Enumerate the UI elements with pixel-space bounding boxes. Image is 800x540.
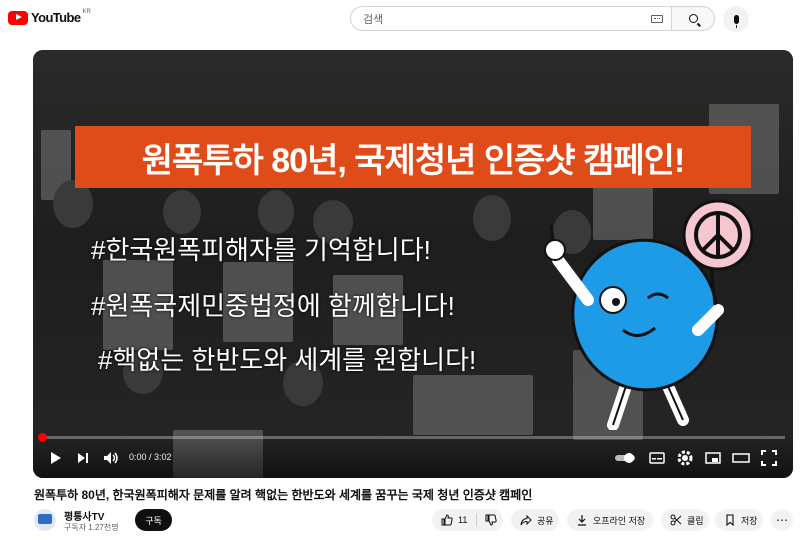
settings-gear-icon[interactable] (675, 448, 695, 468)
thumbs-down-icon[interactable] (485, 514, 497, 526)
share-icon (520, 514, 532, 526)
mascot-illustration (544, 199, 753, 430)
search-placeholder: 검색 (363, 13, 384, 26)
player-controls: 0:00 / 3:02 (33, 433, 793, 478)
fullscreen-icon[interactable] (759, 448, 779, 468)
video-player[interactable]: 원폭투하 80년, 국제청년 인증샷 캠페인! #한국원폭피해자를 기억합니다!… (33, 50, 793, 478)
country-code: KR (82, 8, 91, 15)
youtube-logo[interactable]: YouTube KR (8, 8, 91, 25)
subscriber-count: 구독자 1.27천명 (64, 523, 119, 532)
search-bar: 검색 (350, 6, 715, 31)
channel-row: 평통사TV 구독자 1.27천명 구독 11 공유 오프라인 저장 클립 저장 … (34, 507, 794, 535)
theater-mode-icon[interactable] (731, 448, 751, 468)
more-dots-icon: ⋯ (776, 513, 788, 527)
channel-name[interactable]: 평통사TV (64, 508, 104, 523)
bookmark-icon (724, 514, 736, 527)
share-button[interactable]: 공유 (511, 509, 559, 531)
progress-bar[interactable] (38, 433, 785, 442)
channel-avatar[interactable] (34, 509, 56, 531)
search-icon (688, 14, 698, 23)
microphone-icon (733, 14, 739, 28)
voice-search-button[interactable] (723, 6, 749, 32)
video-banner-title: 원폭투하 80년, 국제청년 인증샷 캠페인! (75, 126, 751, 188)
more-actions-button[interactable]: ⋯ (771, 509, 793, 531)
download-icon (576, 514, 588, 526)
like-dislike-group: 11 (432, 509, 503, 531)
time-total: 3:02 (154, 452, 172, 462)
offline-save-button[interactable]: 오프라인 저장 (567, 509, 653, 531)
scrubber-handle[interactable] (38, 433, 47, 442)
volume-icon[interactable] (101, 448, 121, 468)
video-title: 원폭투하 80년, 한국원폭피해자 문제를 알려 핵없는 한반도와 세계를 꿈꾸… (34, 488, 533, 502)
play-icon[interactable] (45, 448, 65, 468)
video-text-line-3: #핵없는 한반도와 세계를 원합니다! (98, 345, 477, 375)
offline-label: 오프라인 저장 (593, 515, 646, 526)
video-text-line-2: #원폭국제민중법정에 함께합니다! (91, 291, 455, 321)
clip-button[interactable]: 클립 (661, 509, 709, 531)
subscribe-button[interactable]: 구독 (135, 509, 172, 531)
scissors-icon (670, 514, 682, 526)
next-icon[interactable] (73, 448, 93, 468)
save-label: 저장 (741, 515, 758, 526)
search-input[interactable]: 검색 (350, 6, 671, 31)
search-button[interactable] (671, 6, 715, 31)
time-current: 0:00 (129, 452, 147, 462)
top-bar: YouTube KR 검색 (0, 0, 800, 38)
keyboard-icon[interactable] (651, 15, 663, 23)
video-text-line-1: #한국원폭피해자를 기억합니다! (91, 235, 431, 265)
autoplay-toggle-icon[interactable] (613, 448, 637, 468)
logo-text: YouTube (31, 10, 81, 25)
subtitles-icon[interactable] (647, 448, 667, 468)
save-button[interactable]: 저장 (715, 509, 763, 531)
like-count[interactable]: 11 (458, 515, 467, 525)
youtube-play-icon (8, 10, 28, 25)
time-display: 0:00 / 3:02 (129, 452, 172, 462)
share-label: 공유 (537, 515, 554, 526)
miniplayer-icon[interactable] (703, 448, 723, 468)
clip-label: 클립 (687, 515, 704, 526)
thumbs-up-icon[interactable] (441, 514, 453, 526)
